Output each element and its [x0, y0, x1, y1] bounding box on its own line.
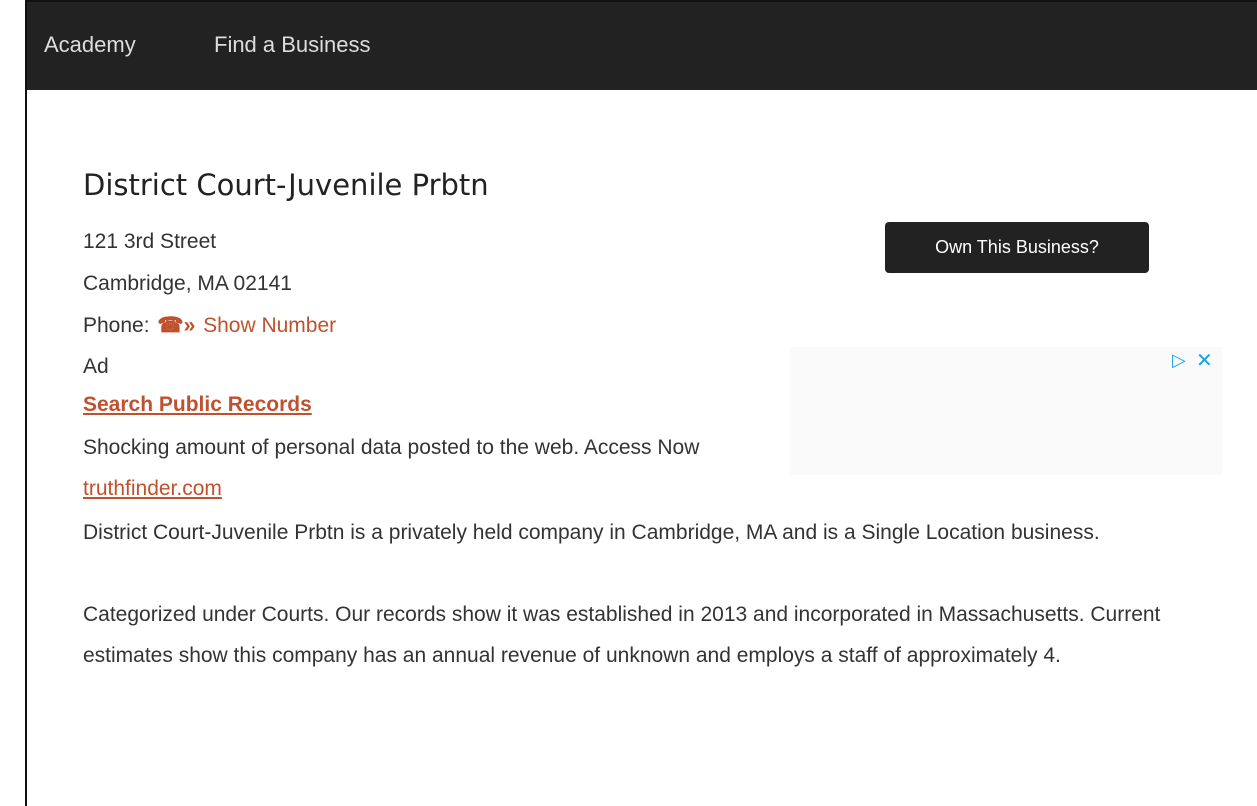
- business-description-details: Categorized under Courts. Our records sh…: [83, 603, 1161, 667]
- nav-find-business-link[interactable]: Find a Business: [214, 32, 371, 58]
- phone-label: Phone:: [83, 314, 150, 337]
- ad-label: Ad: [83, 355, 109, 378]
- phone-hidden-icon: ☎︎»: [157, 314, 196, 337]
- own-this-business-button[interactable]: Own This Business?: [885, 222, 1149, 273]
- nav-academy-link[interactable]: Academy: [44, 32, 136, 58]
- ad-banner[interactable]: [790, 347, 1222, 475]
- business-title: District Court-Juvenile Prbtn: [83, 168, 489, 202]
- ad-url-link[interactable]: truthfinder.com: [83, 477, 222, 501]
- ad-title-link[interactable]: Search Public Records: [83, 393, 312, 417]
- close-icon[interactable]: ✕: [1196, 348, 1213, 373]
- ad-description: Shocking amount of personal data posted …: [83, 436, 700, 459]
- address-city: Cambridge, MA 02141: [83, 272, 292, 295]
- adchoices-icon[interactable]: ▷: [1172, 350, 1186, 371]
- top-navbar: Academy Find a Business: [27, 2, 1257, 90]
- phone-row: Phone: ☎︎» Show Number: [83, 313, 336, 338]
- business-description-summary: District Court-Juvenile Prbtn is a priva…: [83, 521, 1100, 544]
- address-street: 121 3rd Street: [83, 230, 217, 253]
- show-number-link[interactable]: Show Number: [203, 314, 336, 337]
